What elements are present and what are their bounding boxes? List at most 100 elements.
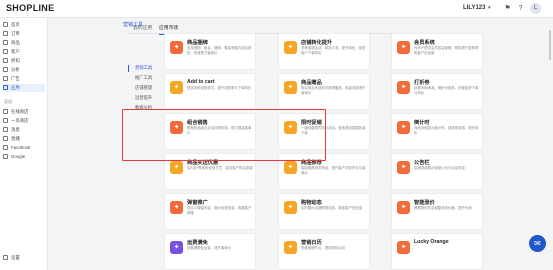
sidebar-item-analytics[interactable]: 分析 [3,66,45,74]
app-card[interactable]: ✦ Add to cart 提供多种加购样式，提升加购率与下单转化 [164,73,256,110]
section-title: 营销工具 [123,22,144,28]
app-card-description: 查看营销节点，提前规划活动 [301,246,346,250]
app-card-description: 店铺顶部展示促销公告与活动信息 [414,166,465,170]
facebook-icon [3,145,8,150]
app-card-title: Lucky Orange [414,239,449,245]
app-card[interactable]: ✦ 商品赠品 购买指定商品即可获得赠品，刺激消费提升客单价 [278,73,370,110]
subnav-item-marketing[interactable]: 营销工具 [135,65,152,71]
store-name[interactable]: LILY123 [463,5,485,11]
bundle-icon: ✦ [170,41,183,54]
onepage-icon [3,118,8,123]
price-icon: ✦ [397,201,410,214]
sidebar-item-apps[interactable]: 应用 [3,84,45,92]
app-card-description: 设置满额免运费，提升客单价 [187,246,232,250]
app-card-description: 为商户提供会员权益管理，帮助提升复购率和客户忠诚度 [414,46,479,55]
avatar[interactable]: L [530,3,541,14]
app-card-description: 买X送Y等多种优惠方式，激发客户购买欲望 [187,166,253,170]
sidebar-item-orders[interactable]: 订单 [3,30,45,38]
app-card-description: 实时展示店铺购物动态，增强客户信任感 [301,206,363,210]
brand-logo: SHOPLINE [6,3,55,13]
discount-icon [3,58,8,63]
sidebar-item-messages[interactable]: 消息 [3,126,45,134]
message-icon [3,127,8,132]
app-card[interactable]: ✦ 会员系统 为商户提供会员权益管理，帮助提升复购率和客户忠诚度 [391,33,483,70]
home-icon [3,22,8,27]
coupon-icon: ✦ [397,81,410,94]
sidebar-item-google[interactable]: Google [3,153,45,161]
sidebar-item-facebook[interactable]: Facebook [3,144,45,152]
recommend-icon: ✦ [284,161,297,174]
app-card[interactable]: ✦ 弹窗推广 自定义弹窗内容，展示优惠信息，收集客户邮箱 [164,193,256,230]
apps-icon [3,85,8,90]
app-card-title: 智能涨价 [414,200,435,206]
app-card-description: 商品页面显示倒计时，制造紧张感，提升转化 [414,126,479,135]
app-card-title: Add to cart [187,79,215,85]
app-card[interactable]: ✦ 倒计时 商品页面显示倒计时，制造紧张感，提升转化 [391,113,483,150]
app-card-title: 运费满免 [187,240,208,246]
app-card-description: 支持搭配、组合、捆绑、套装等模式组合销售，快速提升客单价 [187,46,252,55]
app-card-description: 智能推荐相关商品，提升客户浏览时长与客单价 [301,166,366,175]
app-card-description: 根据规则灵活调整商品价格，提升利润 [414,206,472,210]
subnav-active-indicator [128,65,130,72]
app-card-description: 多种促销活动，精准引流，提升转化，促进客户下单购买 [301,46,366,55]
sidebar-item-settings[interactable]: 设置 [3,254,45,262]
customer-icon [3,49,8,54]
popup-icon: ✦ [170,201,183,214]
bogo-icon: ✦ [170,161,183,174]
live-icon [3,136,8,141]
app-card-title: 商品赠品 [301,80,322,86]
shipping-icon: ✦ [170,241,183,254]
conversion-icon: ✦ [284,41,297,54]
member-icon: ✦ [397,41,410,54]
app-card[interactable]: ✦ 营销日历 查看营销节点，提前规划活动 [278,233,370,270]
app-card[interactable]: ✦ Lucky Orange [391,233,483,270]
app-card-description: 设置多种满减、满折优惠券，快速促进下单与转化 [414,86,479,95]
app-card-title: 打折券 [414,80,430,86]
chat-button[interactable]: ✉ [529,235,546,252]
sidebar-item-products[interactable]: 商品 [3,39,45,47]
app-card-title: 商品捆绑 [187,40,208,46]
app-card-title: 倒计时 [414,120,430,126]
sidebar-item-online-store[interactable]: 在线商店 [3,108,45,116]
sidebar-item-home[interactable]: 首页 [3,21,45,29]
app-card-description: 购买指定商品即可获得赠品，刺激消费提升客单价 [301,86,366,95]
calendar-icon: ✦ [284,241,297,254]
gear-icon [3,255,8,260]
tab-app-market[interactable]: 应用市场 [159,24,179,35]
sidebar-item-discounts[interactable]: 折扣 [3,57,45,65]
app-card[interactable]: ✦ 公告栏 店铺顶部展示促销公告与活动信息 [391,153,483,190]
app-card[interactable]: ✦ 运费满免 设置满额免运费，提升客单价 [164,233,256,270]
help-icon[interactable]: ? [516,4,525,13]
app-card-title: 会员系统 [414,40,435,46]
app-card-description: 提供多种加购样式，提升加购率与下单转化 [187,86,252,90]
scrollbar[interactable] [549,30,551,60]
app-card[interactable]: ✦ 店铺转化提升 多种促销活动，精准引流，提升转化，促进客户下单购买 [278,33,370,70]
app-card[interactable]: ✦ 智能涨价 根据规则灵活调整商品价格，提升利润 [391,193,483,230]
app-card-description: 自定义弹窗内容，展示优惠信息，收集客户邮箱 [187,206,252,215]
app-card-title: 店铺转化提升 [301,40,333,46]
countdown-icon: ✦ [397,121,410,134]
app-card[interactable]: ✦ 打折券 设置多种满减、满折优惠券，快速促进下单与转化 [391,73,483,110]
highlight-box [122,109,326,161]
activity-icon: ✦ [284,201,297,214]
channels-section-label: 渠道 [4,99,12,104]
store-icon [3,109,8,114]
app-card-title: 营销日历 [301,240,322,246]
orange-icon: ✦ [397,241,410,254]
subnav-item-store-management[interactable]: 店铺管理 [135,85,152,91]
chevron-down-icon[interactable]: ▾ [488,5,491,11]
announcement-icon: ✦ [397,161,410,174]
sidebar-item-customers[interactable]: 客户 [3,48,45,56]
app-card-title: 购物动态 [301,200,322,206]
app-card[interactable]: ✦ 购物动态 实时展示店铺购物动态，增强客户信任感 [278,193,370,230]
ads-icon [3,76,8,81]
subnav-item-operations[interactable]: 运营提升 [135,95,152,101]
subnav-item-promotion[interactable]: 推广工具 [135,75,152,81]
gift-icon: ✦ [284,81,297,94]
sidebar-item-live[interactable]: 直播 [3,135,45,143]
app-card[interactable]: ✦ 商品捆绑 支持搭配、组合、捆绑、套装等模式组合销售，快速提升客单价 [164,33,256,70]
sidebar-item-one-page[interactable]: 一页商店 [3,117,45,125]
sidebar-item-ads[interactable]: 广告 [3,75,45,83]
bell-icon[interactable]: ⚑ [503,4,512,13]
app-card-title: 公告栏 [414,160,430,166]
